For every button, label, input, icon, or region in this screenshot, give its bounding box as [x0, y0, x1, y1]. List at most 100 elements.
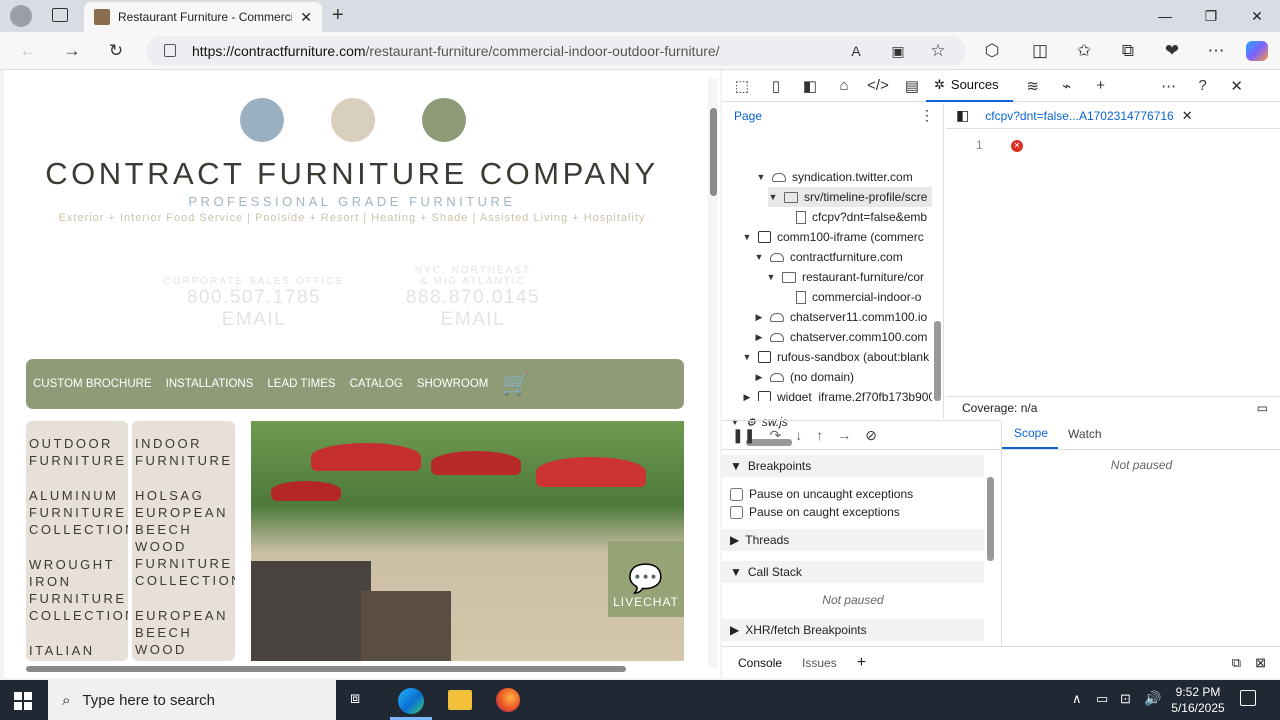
- welcome-home-icon[interactable]: ⌂: [830, 72, 858, 100]
- site-logo[interactable]: CONTRACT FURNITURE COMPANY: [4, 156, 700, 192]
- performance-icon[interactable]: ❤: [1158, 37, 1186, 65]
- profile-avatar[interactable]: [10, 5, 32, 27]
- tree-item[interactable]: ▶ chatserver11.comm100.io: [754, 307, 928, 327]
- navigator-scroll-thumb[interactable]: [934, 321, 941, 401]
- tree-item[interactable]: ▼ contractfurniture.com: [754, 247, 903, 267]
- tree-item[interactable]: ▼ srv/timeline-profile/scre: [768, 187, 932, 207]
- nav-showroom[interactable]: SHOWROOM: [417, 378, 489, 390]
- menu-link[interactable]: HOLSAG EUROPEAN BEECH WOOD FURNITURE COL…: [135, 487, 235, 589]
- pause-icon[interactable]: ❚❚: [732, 427, 755, 444]
- threads-header[interactable]: ▶ Threads: [722, 529, 984, 551]
- nav-lead-times[interactable]: LEAD TIMES: [267, 378, 335, 390]
- menu-link[interactable]: ITALIAN: [29, 642, 125, 659]
- forward-button[interactable]: →: [58, 37, 86, 65]
- scroll-thumb[interactable]: [710, 108, 717, 196]
- navigator-menu-icon[interactable]: ⋮: [920, 107, 934, 124]
- close-drawer-icon[interactable]: ⊠: [1255, 655, 1266, 671]
- expand-arrow[interactable]: ▶: [754, 332, 764, 343]
- console-icon[interactable]: ▤: [898, 72, 926, 100]
- file-explorer-icon[interactable]: [448, 690, 472, 710]
- dock-icon[interactable]: ◧: [796, 72, 824, 100]
- network-tray-icon[interactable]: ▭: [1096, 691, 1108, 707]
- add-drawer-tab-icon[interactable]: +: [847, 654, 876, 672]
- wifi-tray-icon[interactable]: ⊡: [1120, 691, 1131, 707]
- tab-issues[interactable]: Issues: [792, 656, 847, 670]
- restore-button[interactable]: ❐: [1188, 0, 1234, 32]
- elements-icon[interactable]: </>: [864, 72, 892, 100]
- deactivate-breakpoints-icon[interactable]: ⊘: [865, 427, 877, 444]
- cart-icon[interactable]: 🛒: [502, 371, 529, 397]
- notifications-icon[interactable]: [1240, 690, 1256, 706]
- close-tab-icon[interactable]: ✕: [300, 9, 312, 26]
- favorite-star-icon[interactable]: ☆: [924, 37, 952, 65]
- tab-page[interactable]: Page: [734, 109, 762, 123]
- more-options-icon[interactable]: ⋯: [1155, 72, 1183, 100]
- tab-scope[interactable]: Scope: [1002, 426, 1059, 449]
- edge-icon[interactable]: [398, 688, 424, 714]
- task-view-icon[interactable]: ⧈: [350, 690, 360, 708]
- expand-arrow[interactable]: ▼: [756, 172, 766, 182]
- close-devtools-icon[interactable]: ✕: [1223, 72, 1251, 100]
- expand-arrow[interactable]: ▼: [754, 252, 764, 262]
- more-tools-icon[interactable]: +: [1087, 72, 1115, 100]
- expand-arrow[interactable]: ▶: [754, 312, 764, 323]
- sidebar-scroll-thumb[interactable]: [987, 477, 994, 561]
- expand-arrow[interactable]: ▼: [742, 232, 752, 242]
- immersive-reader-icon[interactable]: ▣: [884, 37, 912, 65]
- pause-caught-option[interactable]: Pause on caught exceptions: [730, 505, 900, 519]
- contact-phone[interactable]: 800.507.1785: [154, 287, 354, 309]
- nav-catalog[interactable]: CATALOG: [350, 378, 403, 390]
- taskbar-search[interactable]: ⌕ Type here to search: [48, 680, 336, 720]
- favorites-icon[interactable]: ✩: [1070, 37, 1098, 65]
- tree-item[interactable]: ▼ rufous-sandbox (about:blank: [742, 347, 930, 367]
- tree-item[interactable]: ▼ restaurant-furniture/cor: [766, 267, 925, 287]
- pause-caught-checkbox[interactable]: [730, 505, 743, 519]
- expand-arrow[interactable]: ▼: [768, 192, 778, 202]
- step-over-icon[interactable]: ↷: [769, 427, 781, 444]
- pause-uncaught-checkbox[interactable]: [730, 487, 743, 501]
- xhr-breakpoints-header[interactable]: ▶ XHR/fetch Breakpoints: [722, 619, 984, 641]
- expand-arrow[interactable]: ▶: [754, 372, 764, 383]
- horizontal-scroll-thumb[interactable]: [26, 666, 626, 672]
- volume-icon[interactable]: 🔊: [1144, 690, 1161, 707]
- tab-actions-icon[interactable]: [52, 8, 68, 22]
- network-icon[interactable]: ≋: [1019, 72, 1047, 100]
- firefox-icon[interactable]: [496, 688, 520, 712]
- tab-watch[interactable]: Watch: [1058, 427, 1112, 449]
- breakpoints-header[interactable]: ▼ Breakpoints: [722, 455, 984, 477]
- expand-arrow[interactable]: ▶: [742, 392, 752, 402]
- show-hidden-icons[interactable]: ∧: [1072, 691, 1082, 707]
- contact-phone[interactable]: 888.870.0145: [373, 287, 573, 309]
- tree-item[interactable]: ▼ comm100-iframe (commerc: [742, 227, 924, 247]
- copilot-icon[interactable]: [1246, 41, 1268, 61]
- start-button[interactable]: [14, 692, 32, 710]
- menu-link[interactable]: ALUMINUM FURNITURE COLLECTIONS: [29, 487, 128, 538]
- tree-item[interactable]: commercial-indoor-o: [796, 287, 921, 307]
- tree-item[interactable]: ▶ (no domain): [754, 367, 855, 387]
- tree-item[interactable]: cfcpv?dnt=false&emb: [796, 207, 927, 227]
- step-into-icon[interactable]: ↓: [795, 427, 802, 443]
- step-icon[interactable]: →: [837, 427, 851, 443]
- contact-email[interactable]: EMAIL: [373, 309, 573, 331]
- lock-icon[interactable]: [164, 44, 176, 57]
- call-stack-header[interactable]: ▼ Call Stack: [722, 561, 984, 583]
- tree-item[interactable]: ▼ syndication.twitter.com: [756, 167, 932, 187]
- menu-link[interactable]: EUROPEAN BEECH WOOD: [135, 607, 232, 658]
- back-button[interactable]: ←: [14, 37, 42, 65]
- tree-item[interactable]: ▶ chatserver.comm100.com: [754, 327, 928, 347]
- tab-sources[interactable]: ✲ Sources: [926, 70, 1013, 102]
- read-aloud-icon[interactable]: A: [842, 37, 870, 65]
- dock-drawer-icon[interactable]: ⧉: [1232, 655, 1241, 671]
- toggle-navigator-icon[interactable]: ◧: [956, 107, 969, 124]
- livechat-button[interactable]: 💬 LIVECHAT: [608, 541, 684, 617]
- menu-link[interactable]: WROUGHT IRON FURNITURE COLLECTIONS: [29, 556, 128, 624]
- expand-arrow[interactable]: ▼: [742, 352, 752, 362]
- extensions-icon[interactable]: ⬡: [978, 37, 1006, 65]
- tree-item[interactable]: ▶ widget_iframe.2f70fb173b900: [742, 387, 932, 401]
- settings-menu-icon[interactable]: ⋯: [1202, 37, 1230, 65]
- close-file-icon[interactable]: ✕: [1182, 108, 1193, 124]
- step-out-icon[interactable]: ↑: [816, 427, 823, 443]
- minimize-button[interactable]: —: [1142, 0, 1188, 32]
- refresh-button[interactable]: ↻: [102, 37, 130, 65]
- collections-icon[interactable]: ⧉: [1114, 37, 1142, 65]
